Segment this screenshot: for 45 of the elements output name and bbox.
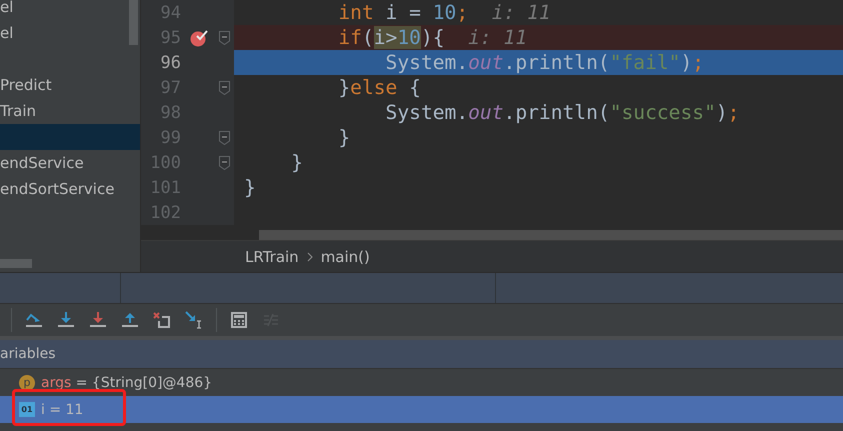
breakpoint-icon[interactable] xyxy=(189,28,209,46)
breadcrumb-item[interactable]: LRTrain xyxy=(245,248,299,266)
down-arrow-icon xyxy=(57,312,75,328)
primitive-icon: 01 xyxy=(19,402,35,417)
fold-marker-icon[interactable] xyxy=(219,156,230,170)
toolbar-button[interactable] xyxy=(184,310,204,330)
cursor-arrow-icon xyxy=(185,311,203,329)
parameter-icon: p xyxy=(19,374,35,390)
fold-marker-icon[interactable] xyxy=(219,130,230,144)
tree-item[interactable]: Predict xyxy=(0,72,140,98)
scrollbar-thumb[interactable] xyxy=(0,259,32,268)
toolbar-button[interactable] xyxy=(56,310,76,330)
toolbar-button[interactable] xyxy=(229,310,249,330)
tree-item[interactable]: el xyxy=(0,0,140,20)
code-text: int i = 10; i: 11 xyxy=(337,0,551,25)
toolbar-button[interactable] xyxy=(88,310,108,330)
chevron-icon xyxy=(306,252,313,262)
code-text: } xyxy=(243,175,256,200)
code-text: }else { xyxy=(337,75,421,100)
breadcrumb-item[interactable]: main() xyxy=(320,248,370,266)
down-arrow-icon xyxy=(89,312,107,328)
calculator-icon xyxy=(231,312,247,328)
code-text: System.out.println("success"); xyxy=(384,100,740,125)
tree-item[interactable]: endSortService xyxy=(0,176,140,202)
scrollbar-thumb[interactable] xyxy=(129,0,138,45)
scrollbar-thumb[interactable] xyxy=(259,230,843,240)
up-arrow-icon xyxy=(121,312,139,328)
cross-frame-icon xyxy=(153,312,171,328)
tree-item[interactable]: Train xyxy=(0,98,140,124)
code-text: System.out.println("fail"); xyxy=(384,50,704,75)
variable-text: args = {String[0]@486} xyxy=(41,374,212,390)
line-number: 96 xyxy=(160,52,181,72)
tree-item[interactable]: el xyxy=(0,20,140,46)
toolbar-button[interactable] xyxy=(120,310,140,330)
code-text: } xyxy=(290,150,303,175)
fold-marker-icon[interactable] xyxy=(219,80,230,94)
code-text: } xyxy=(337,125,350,150)
tree-item[interactable]: endService xyxy=(0,150,140,176)
code-text: if(i>10){ i: 11 xyxy=(337,25,528,50)
variable-text: i = 11 xyxy=(41,402,84,418)
panel-title: ariables xyxy=(0,346,56,362)
fold-marker-icon[interactable] xyxy=(219,30,230,44)
toolbar-button[interactable] xyxy=(152,310,172,330)
variable-row[interactable]: 01 i = 11 xyxy=(0,396,843,423)
curved-arrow-icon xyxy=(25,312,43,328)
